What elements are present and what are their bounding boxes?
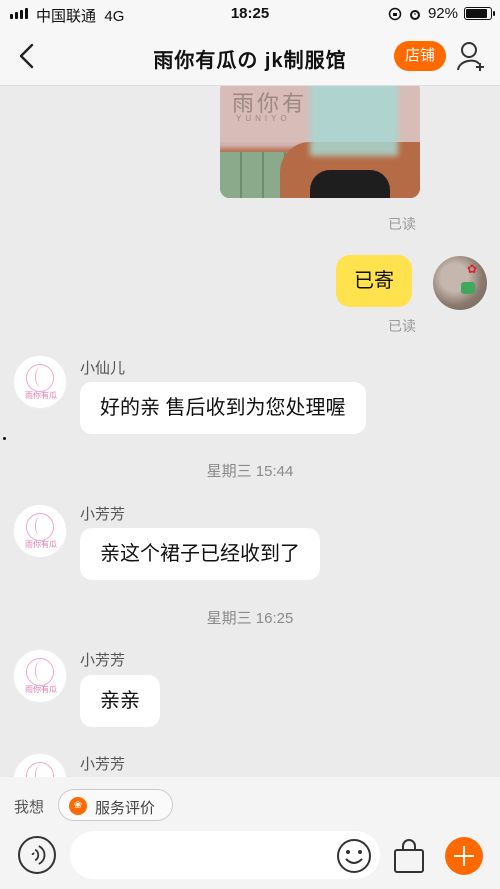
rotation-lock-icon <box>388 7 402 20</box>
self-avatar[interactable]: ✿ <box>433 256 487 310</box>
message-bubble[interactable]: 好的亲 售后收到为您处理喔 <box>80 382 366 434</box>
battery-percent: 92% <box>427 5 458 22</box>
flower-icon: ✿ <box>467 262 478 276</box>
self-message-bubble[interactable]: 已寄 <box>336 255 412 307</box>
service-review-label: 服务评价 <box>95 800 156 817</box>
shop-avatar-label: 雨你有瓜 <box>25 540 57 549</box>
read-receipt: 已读 <box>388 216 416 232</box>
image-message[interactable]: 雨你有 YUNIYO <box>220 86 420 198</box>
message-bubble[interactable]: 亲亲 <box>80 675 160 727</box>
shop-avatar[interactable] <box>13 753 67 777</box>
service-icon: ❀ <box>69 797 87 815</box>
message-bubble[interactable]: 亲这个裙子已经收到了 <box>80 528 320 580</box>
package-shadow <box>310 170 390 198</box>
message-input[interactable] <box>70 831 380 879</box>
input-bar <box>0 831 500 889</box>
voice-icon[interactable] <box>18 836 56 874</box>
profile-icon[interactable] <box>456 40 486 72</box>
shop-avatar[interactable]: 雨你有瓜 <box>13 504 67 558</box>
shop-button[interactable]: 店铺 <box>394 41 446 71</box>
quick-reply-label: 我想 <box>14 799 45 816</box>
sender-name: 小芳芳 <box>80 506 126 523</box>
battery-icon <box>464 7 495 20</box>
shop-avatar[interactable]: 雨你有瓜 <box>13 355 67 409</box>
status-right: 92% <box>388 5 495 22</box>
stray-dot <box>3 437 6 440</box>
emoji-icon[interactable] <box>335 837 373 875</box>
quick-reply-bar: 我想 ❀ 服务评价 <box>0 777 500 831</box>
shop-avatar-label: 雨你有瓜 <box>25 685 57 694</box>
chat-area[interactable]: 雨你有 YUNIYO 已读 已寄 ✿ 已读 雨你有瓜 小仙儿 好的亲 售后收到为… <box>0 86 500 777</box>
shopping-bag-icon[interactable] <box>392 838 426 874</box>
sender-name: 小芳芳 <box>80 652 126 669</box>
sender-name: 小芳芳 <box>80 756 126 773</box>
status-bar: 中国联通 4G 18:25 92% <box>0 0 500 28</box>
read-receipt: 已读 <box>388 318 416 334</box>
package-brand-sub: YUNIYO <box>236 114 291 123</box>
shop-avatar-label: 雨你有瓜 <box>25 391 57 400</box>
blurred-region <box>310 86 398 156</box>
timestamp: 星期三 16:25 <box>206 610 294 627</box>
shop-avatar[interactable]: 雨你有瓜 <box>13 649 67 703</box>
service-review-chip[interactable]: ❀ 服务评价 <box>58 789 173 821</box>
chat-header: 雨你有瓜の jk制服馆 店铺 <box>0 28 500 86</box>
plus-icon[interactable] <box>445 837 483 875</box>
sender-name: 小仙儿 <box>80 360 126 377</box>
alarm-icon <box>409 9 420 20</box>
timestamp: 星期三 15:44 <box>206 463 294 480</box>
